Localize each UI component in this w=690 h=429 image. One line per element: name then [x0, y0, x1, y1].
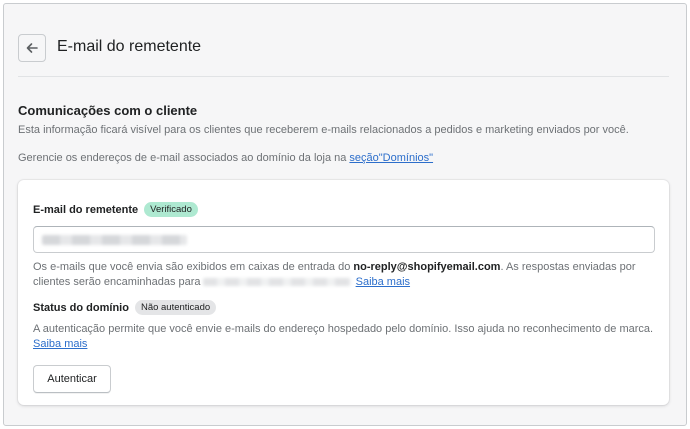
sender-label-row: E-mail do remetente Verificado	[33, 202, 198, 217]
redacted-email-value	[42, 235, 187, 245]
back-button[interactable]	[18, 34, 46, 62]
page-frame: E-mail do remetente Comunicações com o c…	[3, 3, 687, 426]
sender-email-label: E-mail do remetente	[33, 203, 139, 216]
domain-learn-more-link[interactable]: Saiba mais	[33, 338, 87, 350]
sender-email-input[interactable]	[33, 226, 655, 253]
sender-learn-more-link[interactable]: Saiba mais	[356, 276, 410, 288]
verified-badge: Verificado	[144, 202, 198, 217]
page-title: E-mail do remetente	[57, 38, 202, 55]
manage-prefix: Gerencie os endereços de e-mail associad…	[18, 152, 350, 164]
domain-description: A autenticação permite que você envie e-…	[33, 322, 658, 352]
section-manage-text: Gerencie os endereços de e-mail associad…	[18, 152, 433, 164]
domain-status-row: Status do domínio Não autenticado	[33, 300, 217, 315]
domains-section-link[interactable]: seção"Domínios"	[349, 152, 433, 164]
header-divider	[18, 76, 669, 77]
authenticate-button[interactable]: Autenticar	[33, 365, 111, 393]
help-email: no-reply@shopifyemail.com	[353, 261, 501, 273]
section-description: Esta informação ficará visível para os c…	[18, 124, 629, 136]
arrow-left-icon	[26, 43, 38, 53]
help-prefix: Os e-mails que você envia são exibidos e…	[33, 261, 354, 273]
domain-status-label: Status do domínio	[33, 301, 129, 314]
sender-email-card: E-mail do remetente Verificado Os e-mail…	[18, 180, 669, 405]
sender-help-text: Os e-mails que você envia são exibidos e…	[33, 260, 653, 290]
not-authenticated-badge: Não autenticado	[134, 300, 217, 315]
section-title: Comunicações com o cliente	[18, 103, 198, 118]
domain-description-text: A autenticação permite que você envie e-…	[33, 323, 654, 335]
redacted-reply-email	[202, 278, 351, 287]
